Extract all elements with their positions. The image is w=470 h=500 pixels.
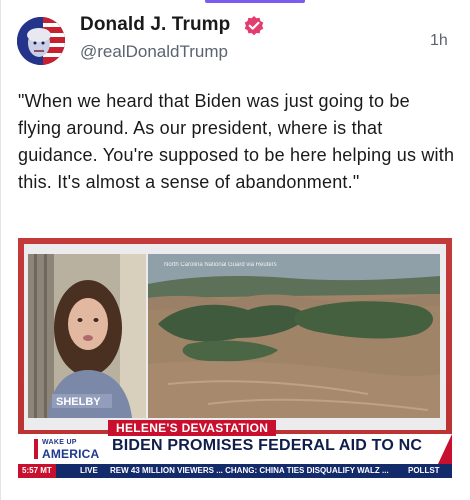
flood-aerial-image — [148, 254, 440, 418]
chyron-headline: BIDEN PROMISES FEDERAL AID TO NC — [112, 437, 423, 454]
ticker-time: 5:57 MT — [18, 464, 56, 478]
show-logo: WAKE UP AMERICA — [34, 435, 114, 463]
ticker-right-text: POLLST — [408, 466, 440, 475]
logo-accent — [34, 439, 38, 459]
interviewee-video: SHELBY — [28, 254, 146, 418]
segment-tag: HELENE'S DEVASTATION — [108, 420, 277, 436]
video-source-caption: North Carolina National Guard via Reuter… — [164, 262, 277, 268]
post-text: "When we heard that Biden was just going… — [18, 91, 455, 192]
post-timestamp[interactable]: 1h — [430, 32, 448, 50]
post-media-image[interactable]: SHELBY North Carolina National Guard via… — [18, 238, 452, 478]
interviewee-image: SHELBY — [28, 254, 146, 418]
author-name[interactable]: Donald J. Trump — [80, 14, 230, 36]
avatar[interactable] — [17, 17, 65, 65]
logo-big-text: AMERICA — [42, 447, 100, 461]
author-handle[interactable]: @realDonaldTrump — [80, 42, 228, 62]
ticker-crawl: REW 43 MILLION VIEWERS ... CHANG: CHINA … — [110, 466, 389, 475]
avatar-image — [17, 17, 65, 65]
verified-badge-icon — [244, 16, 264, 36]
ticker-live-label: LIVE — [80, 466, 98, 475]
shirt-text: SHELBY — [56, 396, 101, 408]
news-ticker: 5:57 MT LIVE REW 43 MILLION VIEWERS ... … — [18, 464, 452, 478]
logo-small-text: WAKE UP — [42, 439, 77, 446]
top-accent-bar — [205, 0, 305, 3]
flood-aerial-video — [148, 254, 440, 418]
